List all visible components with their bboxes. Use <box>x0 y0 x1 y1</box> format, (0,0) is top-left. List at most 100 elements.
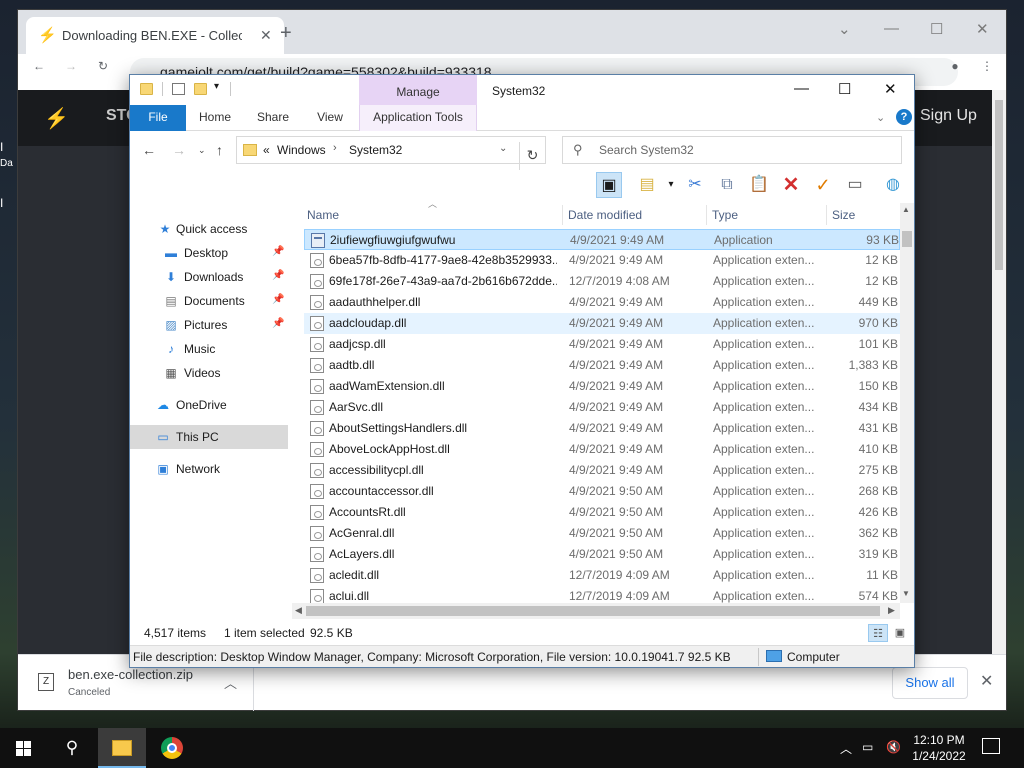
nav-music[interactable]: ♪ Music <box>130 337 288 361</box>
tab-close-icon[interactable]: ✕ <box>260 27 272 44</box>
up-icon[interactable]: ↑ <box>216 142 223 158</box>
minimize-icon[interactable]: — <box>884 20 899 37</box>
address-dropdown-icon[interactable]: ⌄ <box>499 143 507 154</box>
back-icon[interactable]: ← <box>32 59 46 73</box>
help-icon[interactable]: ? <box>896 109 912 125</box>
nav-videos[interactable]: ▦ Videos <box>130 361 288 385</box>
copy-icon[interactable]: ⧉ <box>714 172 740 198</box>
nav-desktop[interactable]: ▬ Desktop 📌 <box>130 241 288 265</box>
pin-icon[interactable]: 📌 <box>272 246 284 257</box>
nav-quick-access[interactable]: ★ Quick access <box>130 217 288 241</box>
cut-icon[interactable]: ✂ <box>682 172 708 198</box>
pin-icon[interactable]: 📌 <box>272 294 284 305</box>
file-row[interactable]: aadcloudap.dll 4/9/2021 9:49 AM Applicatio… <box>304 313 900 334</box>
scroll-right-icon[interactable]: ▶ <box>888 605 895 616</box>
clock[interactable]: 12:10 PM 1/24/2022 <box>908 732 970 764</box>
recent-locations-icon[interactable]: ⌄ <box>198 145 206 156</box>
file-row[interactable]: accountaccessor.dll 4/9/2021 9:50 AM Appli… <box>304 481 900 502</box>
notification-icon[interactable] <box>982 738 1000 754</box>
column-header-size[interactable]: Size <box>832 203 855 227</box>
file-list-scrollbar[interactable]: ▲ ▼ <box>900 203 914 603</box>
column-divider[interactable] <box>826 205 827 225</box>
browser-tab[interactable]: ⚡ Downloading BEN.EXE - Collectio ✕ <box>26 17 284 54</box>
sign-up-link[interactable]: Sign Up <box>920 107 977 125</box>
download-bar-close-icon[interactable]: ✕ <box>980 671 993 691</box>
tab-search-icon[interactable]: ⌄ <box>838 20 851 38</box>
page-scrollbar[interactable] <box>992 90 1006 654</box>
file-row[interactable]: aclui.dll 12/7/2019 4:09 AM Application ex… <box>304 586 900 603</box>
forward-icon[interactable]: → <box>172 142 186 158</box>
new-tab-icon[interactable]: + <box>280 23 292 43</box>
file-row[interactable]: aadauthhelper.dll 4/9/2021 9:49 AM Applica… <box>304 292 900 313</box>
column-divider[interactable] <box>562 205 563 225</box>
network-icon[interactable]: ▭ <box>862 740 873 754</box>
back-icon[interactable]: ← <box>142 142 156 158</box>
rename-icon[interactable]: ▭ <box>842 172 868 198</box>
scrollbar-thumb[interactable] <box>902 231 912 247</box>
file-row[interactable]: aadjcsp.dll 4/9/2021 9:49 AM Application e… <box>304 334 900 355</box>
breadcrumb-separator-icon[interactable]: › <box>333 142 337 154</box>
file-row[interactable]: AarSvc.dll 4/9/2021 9:49 AM Application ex… <box>304 397 900 418</box>
nav-network[interactable]: ▣ Network <box>130 457 288 481</box>
tab-home[interactable]: Home <box>190 105 240 131</box>
forward-icon[interactable]: → <box>64 59 78 73</box>
nav-documents[interactable]: ▤ Documents 📌 <box>130 289 288 313</box>
nav-downloads[interactable]: ⬇ Downloads 📌 <box>130 265 288 289</box>
taskbar-file-explorer[interactable] <box>98 728 146 768</box>
manage-context-tab[interactable]: Manage <box>359 75 477 107</box>
file-row[interactable]: acledit.dll 12/7/2019 4:09 AM Application … <box>304 565 900 586</box>
close-icon[interactable]: ✕ <box>884 80 897 98</box>
preview-pane-icon[interactable]: ▣ <box>596 172 622 198</box>
start-button[interactable] <box>0 728 48 768</box>
check-icon[interactable]: ✓ <box>810 172 836 198</box>
file-row[interactable]: accessibilitycpl.dll 4/9/2021 9:49 AM Appl… <box>304 460 900 481</box>
tab-share[interactable]: Share <box>248 105 298 131</box>
folder-options-icon[interactable]: ▤ <box>634 172 660 198</box>
column-header-name[interactable]: Name <box>307 203 339 227</box>
scroll-up-icon[interactable]: ▲ <box>902 205 910 214</box>
scrollbar-thumb[interactable] <box>995 100 1003 270</box>
maximize-icon[interactable]: ☐ <box>838 80 851 98</box>
taskbar-chrome[interactable] <box>148 728 196 768</box>
profile-icon[interactable]: ● <box>948 59 962 73</box>
search-box[interactable]: ⚲ <box>562 136 902 164</box>
tab-file[interactable]: File <box>130 105 186 131</box>
breadcrumb-system32[interactable]: System32 <box>349 143 402 157</box>
refresh-icon[interactable]: ↻ <box>519 142 545 170</box>
menu-icon[interactable]: ⋮ <box>980 59 994 73</box>
new-folder-icon[interactable] <box>194 83 207 95</box>
file-row[interactable]: 6bea57fb-8dfb-4177-9ae8-42e8b3529933... 4… <box>304 250 900 271</box>
large-icons-view-icon[interactable]: ▣ <box>890 624 910 642</box>
details-view-icon[interactable]: ☷ <box>868 624 888 642</box>
site-logo-icon[interactable]: ⚡ <box>44 106 69 131</box>
address-bar[interactable]: « Windows › System32 ⌄ ↻ <box>236 136 546 170</box>
close-icon[interactable]: ✕ <box>976 20 989 38</box>
file-row[interactable]: aadWamExtension.dll 4/9/2021 9:49 AM Appli… <box>304 376 900 397</box>
tab-view[interactable]: View <box>306 105 354 131</box>
expand-ribbon-icon[interactable]: ⌄ <box>876 111 885 124</box>
column-header-date[interactable]: Date modified <box>568 203 642 227</box>
dropdown-icon[interactable]: ▾ <box>658 172 684 198</box>
breadcrumb-overflow[interactable]: « <box>263 143 270 157</box>
file-row[interactable]: AccountsRt.dll 4/9/2021 9:50 AM Applicatio… <box>304 502 900 523</box>
pin-icon[interactable]: 📌 <box>272 318 284 329</box>
reload-icon[interactable]: ↻ <box>96 59 110 73</box>
show-all-button[interactable]: Show all <box>892 667 968 699</box>
file-row[interactable]: AboveLockAppHost.dll 4/9/2021 9:49 AM Appl… <box>304 439 900 460</box>
chevron-up-icon[interactable]: ︿ <box>224 673 237 692</box>
scrollbar-thumb[interactable] <box>306 606 880 616</box>
pin-icon[interactable]: 📌 <box>272 270 284 281</box>
scroll-left-icon[interactable]: ◀ <box>295 605 302 616</box>
file-row[interactable]: 2iufiewgfiuwgiufgwufwu 4/9/2021 9:49 AM Ap… <box>304 229 900 250</box>
volume-muted-icon[interactable]: 🔇 <box>886 740 901 754</box>
scroll-down-icon[interactable]: ▼ <box>902 589 910 598</box>
file-row[interactable]: AboutSettingsHandlers.dll 4/9/2021 9:49 A… <box>304 418 900 439</box>
file-row[interactable]: AcGenral.dll 4/9/2021 9:50 AM Application … <box>304 523 900 544</box>
properties-icon[interactable] <box>172 83 185 95</box>
search-input[interactable] <box>599 141 889 159</box>
delete-icon[interactable]: ✕ <box>778 172 804 198</box>
maximize-icon[interactable]: ☐ <box>930 20 943 38</box>
globe-icon[interactable]: ◍ <box>880 172 906 198</box>
file-row[interactable]: 69fe178f-26e7-43a9-aa7d-2b616b672dde... 1… <box>304 271 900 292</box>
qat-dropdown-icon[interactable]: ▾ <box>214 81 219 92</box>
